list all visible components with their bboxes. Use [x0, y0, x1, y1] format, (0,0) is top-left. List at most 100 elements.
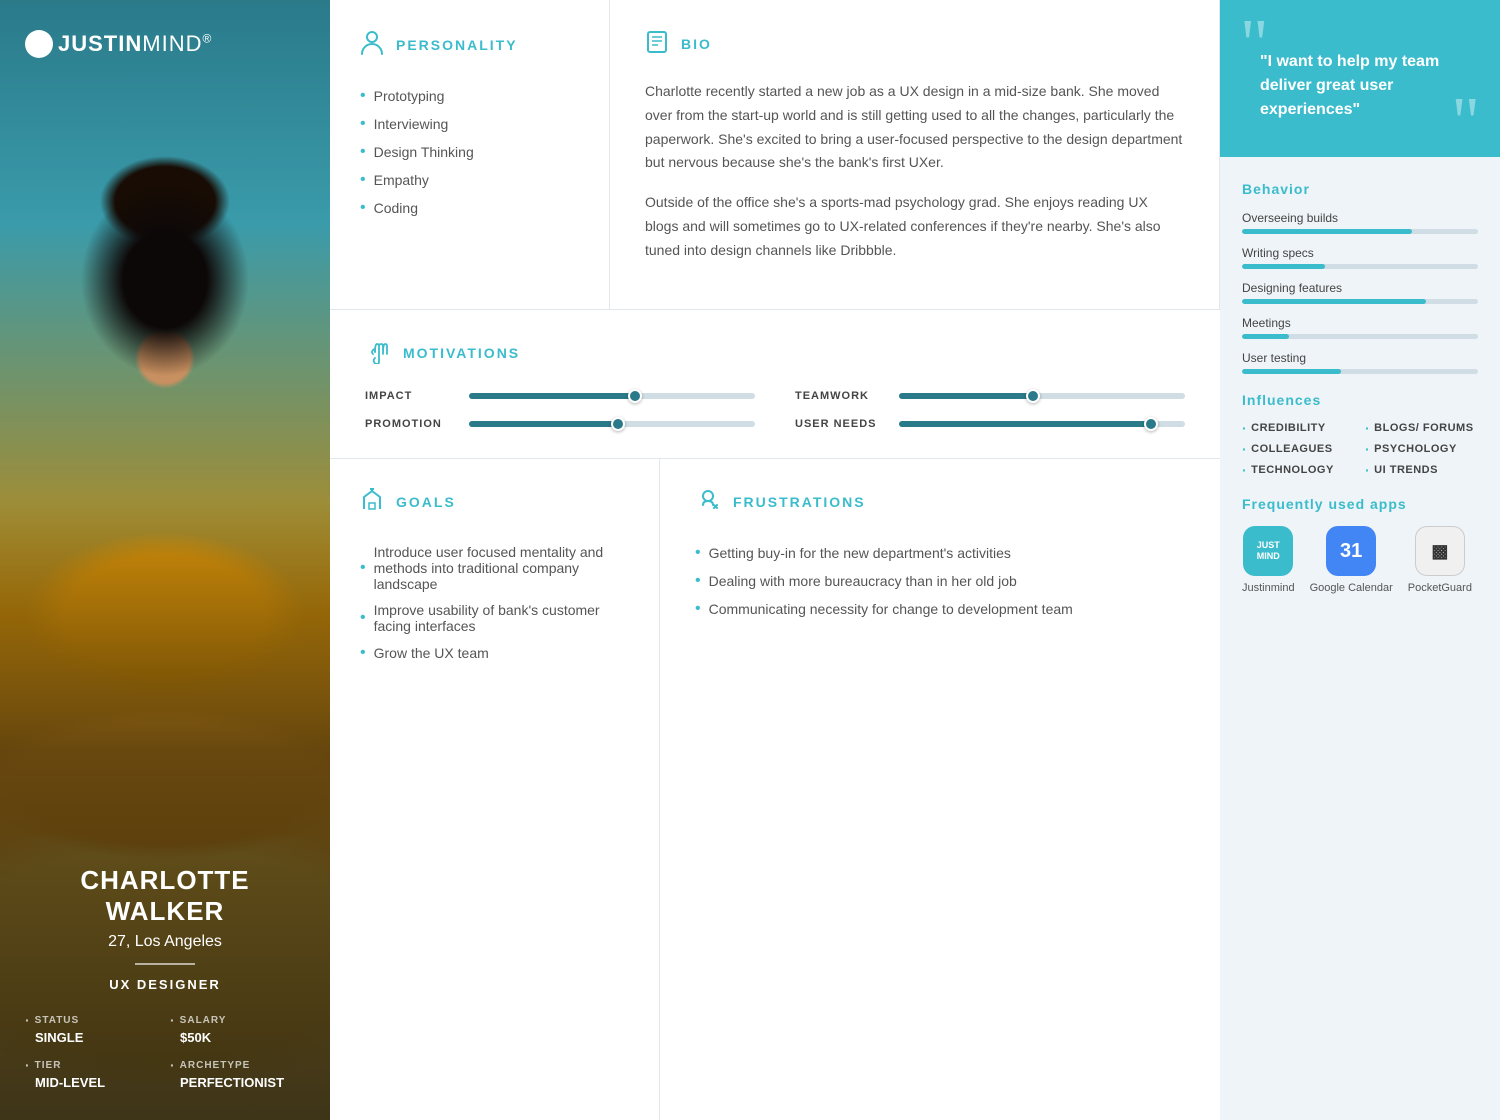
logo-text: JUSTINMIND®: [58, 31, 212, 57]
bio-para-2: Outside of the office she's a sports-mad…: [645, 191, 1184, 262]
stat-item: STATUS SINGLE: [25, 1012, 160, 1045]
left-panel: JUSTINMIND® CHARLOTTE WALKER 27, Los Ang…: [0, 0, 330, 1120]
frustrations-list: Getting buy-in for the new department's …: [695, 539, 1185, 623]
goals-icon: [360, 487, 384, 517]
stat-item: TIERMID-LEVEL: [25, 1057, 160, 1090]
goals-section: Goals Introduce user focused mentality a…: [330, 459, 660, 1120]
motivation-thumb: [611, 417, 625, 431]
behavior-item: Meetings: [1242, 316, 1478, 339]
behavior-bars: Overseeing builds Writing specs Designin…: [1242, 211, 1478, 374]
influence-item: PSYCHOLOGY: [1365, 441, 1478, 457]
motivation-item: PROMOTION: [365, 418, 755, 430]
right-panel: " "I want to help my team deliver great …: [1220, 0, 1500, 1120]
stat-label: SALARY: [170, 1012, 305, 1028]
motivation-item: IMPACT: [365, 390, 755, 402]
behavior-bar-bg: [1242, 369, 1478, 374]
app-item: 31 Google Calendar: [1310, 526, 1393, 594]
personality-title: PERSONALITY: [396, 37, 518, 53]
motivation-label: USER NEEDS: [795, 418, 885, 430]
motivation-label: PROMOTION: [365, 418, 455, 430]
app-icon: JUSTMIND: [1243, 526, 1293, 576]
app-item: ▩ PocketGuard: [1408, 526, 1472, 594]
behavior-label: Designing features: [1242, 281, 1478, 295]
motivation-fill: [899, 393, 1033, 399]
personality-item: Coding: [360, 194, 579, 222]
influences-grid: CREDIBILITY BLOGS/ FORUMS COLLEAGUES PSYCHO…: [1242, 420, 1478, 478]
behavior-bar-bg: [1242, 299, 1478, 304]
app-label: Justinmind: [1242, 582, 1295, 594]
motivations-section: Motivations IMPACT TEAMWORK PROMOTION US…: [330, 310, 1220, 459]
person-info: CHARLOTTE WALKER 27, Los Angeles UX DESI…: [0, 845, 330, 1120]
stat-value: SINGLE: [25, 1030, 160, 1045]
influence-item: TECHNOLOGY: [1242, 462, 1355, 478]
behavior-bar-fill: [1242, 334, 1289, 339]
quote-text: "I want to help my team deliver great us…: [1250, 35, 1470, 122]
frustrations-title: Frustrations: [733, 494, 866, 510]
logo-trademark: ®: [202, 32, 212, 46]
apps-grid: JUSTMIND Justinmind 31 Google Calendar ▩…: [1242, 526, 1478, 594]
person-name: CHARLOTTE WALKER: [25, 865, 305, 927]
stat-value: PERFECTIONIST: [170, 1075, 305, 1090]
behavior-label: Writing specs: [1242, 246, 1478, 260]
behavior-label: User testing: [1242, 351, 1478, 365]
motivations-icon: [365, 338, 391, 368]
motivation-label: TEAMWORK: [795, 390, 885, 402]
goal-item: Introduce user focused mentality and met…: [360, 539, 629, 597]
behavior-bar-bg: [1242, 229, 1478, 234]
person-stats: STATUS SINGLE SALARY $50K TIERMID-LEVEL ARCHE…: [25, 1012, 305, 1090]
stat-label: STATUS: [25, 1012, 160, 1028]
motivation-item: TEAMWORK: [795, 390, 1185, 402]
influence-item: COLLEAGUES: [1242, 441, 1355, 457]
motivation-slider: [469, 421, 755, 427]
motivation-thumb: [1026, 389, 1040, 403]
behavior-label: Overseeing builds: [1242, 211, 1478, 225]
influence-item: BLOGS/ FORUMS: [1365, 420, 1478, 436]
logo-bold: JUSTIN: [58, 31, 142, 56]
goal-item: Improve usability of bank's customer fac…: [360, 597, 629, 639]
behavior-item: Writing specs: [1242, 246, 1478, 269]
right-inner: Behavior Overseeing builds Writing specs…: [1220, 157, 1500, 614]
stat-value: $50K: [170, 1030, 305, 1045]
behavior-item: Designing features: [1242, 281, 1478, 304]
goals-title: Goals: [396, 494, 456, 510]
influence-item: CREDIBILITY: [1242, 420, 1355, 436]
app-item: JUSTMIND Justinmind: [1242, 526, 1295, 594]
frustration-item: Dealing with more bureaucracy than in he…: [695, 567, 1185, 595]
motivation-item: USER NEEDS: [795, 418, 1185, 430]
behavior-bar-bg: [1242, 264, 1478, 269]
personality-section: PERSONALITY PrototypingInterviewingDesig…: [330, 0, 610, 309]
motivation-fill: [469, 421, 618, 427]
motivation-fill: [469, 393, 635, 399]
motivation-label: IMPACT: [365, 390, 455, 402]
behavior-bar-fill: [1242, 299, 1426, 304]
top-row: PERSONALITY PrototypingInterviewingDesig…: [330, 0, 1220, 310]
behavior-label: Meetings: [1242, 316, 1478, 330]
main-content: PERSONALITY PrototypingInterviewingDesig…: [330, 0, 1220, 1120]
motivation-slider: [469, 393, 755, 399]
apps-section: Frequently used apps JUSTMIND Justinmind…: [1242, 496, 1478, 594]
apps-title: Frequently used apps: [1242, 496, 1478, 512]
behavior-title: Behavior: [1242, 181, 1478, 197]
stat-label: TIER: [25, 1057, 160, 1073]
person-age: 27, Los Angeles: [25, 933, 305, 951]
motivation-slider: [899, 393, 1185, 399]
stat-label: ARCHETYPE: [170, 1057, 305, 1073]
influences-section: Influences CREDIBILITY BLOGS/ FORUMS COLLE…: [1242, 392, 1478, 478]
frustration-item: Communicating necessity for change to de…: [695, 595, 1185, 623]
bio-section: BIO Charlotte recently started a new job…: [610, 0, 1220, 309]
goals-header: Goals: [360, 487, 629, 517]
frustration-item: Getting buy-in for the new department's …: [695, 539, 1185, 567]
app-icon: ▩: [1415, 526, 1465, 576]
personality-item: Prototyping: [360, 82, 579, 110]
personality-item: Interviewing: [360, 110, 579, 138]
stat-item: ARCHETYPE PERFECTIONIST: [170, 1057, 305, 1090]
behavior-bar-fill: [1242, 369, 1341, 374]
motivations-title: Motivations: [403, 345, 520, 361]
bio-icon: [645, 30, 669, 58]
personality-header: PERSONALITY: [360, 30, 579, 60]
motivation-thumb: [1144, 417, 1158, 431]
app-icon: 31: [1326, 526, 1376, 576]
influences-title: Influences: [1242, 392, 1478, 408]
app-label: Google Calendar: [1310, 582, 1393, 594]
behavior-bar-bg: [1242, 334, 1478, 339]
